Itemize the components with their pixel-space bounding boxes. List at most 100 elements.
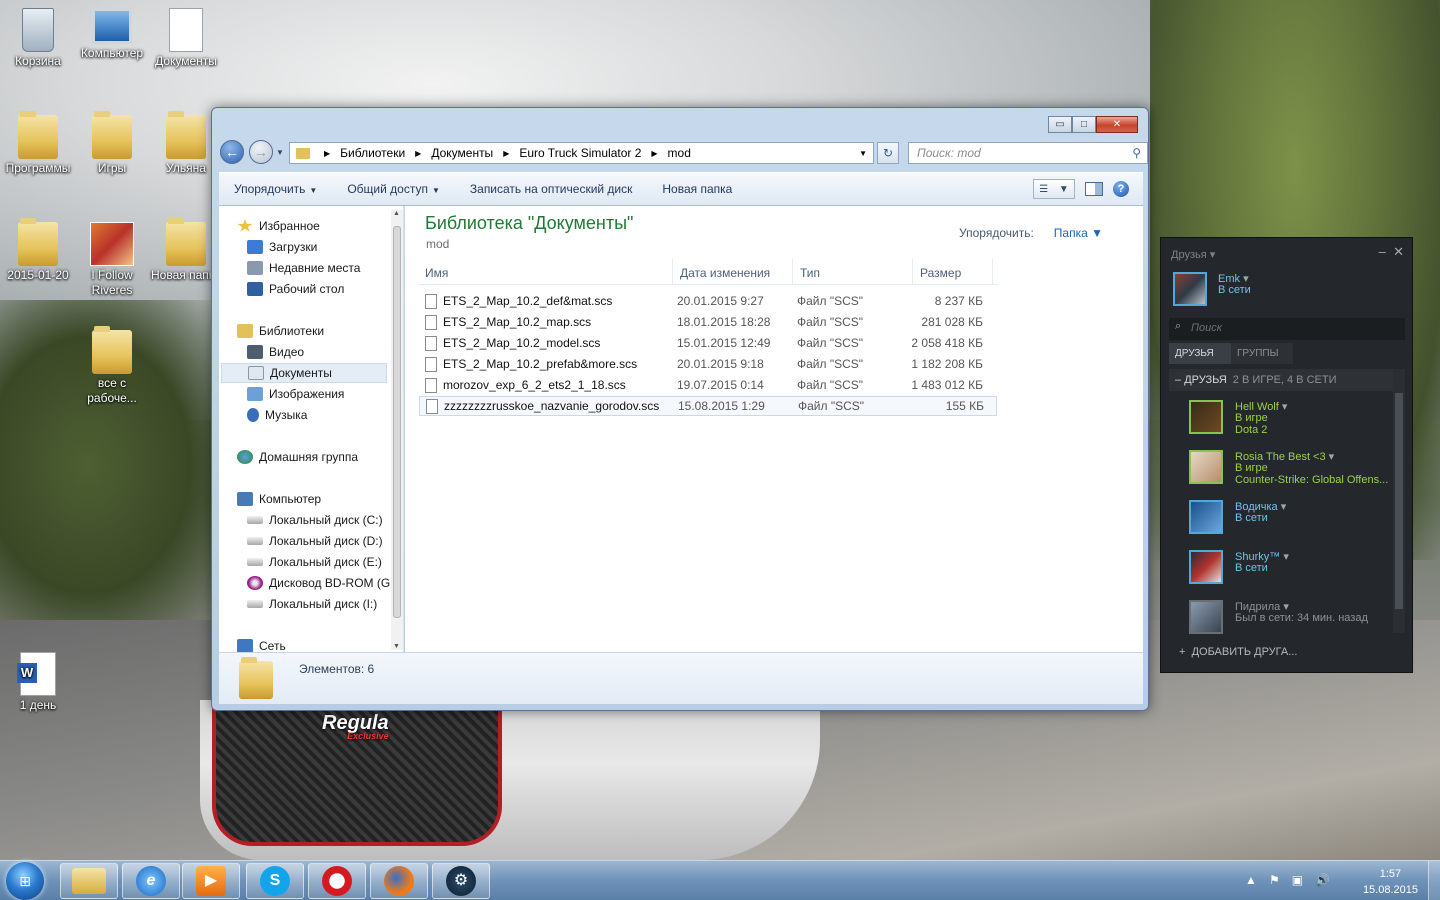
friends-search-input[interactable]: Поиск [1169,318,1405,340]
chevron-right-icon[interactable]: ▶ [503,149,509,158]
desktop-icon-recycle-bin[interactable]: Корзина [0,8,76,69]
taskbar-explorer[interactable] [60,863,118,899]
add-friend-button[interactable]: + ДОБАВИТЬ ДРУГА... [1179,646,1297,658]
organize-button[interactable]: Упорядочить ▼ [219,182,332,196]
nav-homegroup[interactable]: Домашняя группа [237,447,403,467]
column-header-size[interactable]: Размер [913,259,993,284]
share-button[interactable]: Общий доступ ▼ [332,182,455,196]
breadcrumb-mod[interactable]: mod [668,146,691,160]
chevron-down-icon[interactable]: ▾ [1281,501,1287,513]
refresh-button[interactable]: ↻ [877,142,899,164]
desktop-icon-documents[interactable]: Документы [148,8,224,69]
desktop-icon-word-doc[interactable]: W 1 день [0,652,76,713]
help-button[interactable]: ? [1113,181,1129,197]
file-row[interactable]: morozov_exp_6_2_ets2_1_18.scs 19.07.2015 … [419,375,997,395]
avatar[interactable] [1173,272,1207,306]
nav-network[interactable]: Сеть [237,636,403,652]
tab-friends[interactable]: ДРУЗЬЯ [1169,343,1231,364]
address-bar[interactable]: ▶ Библиотеки ▶ Документы ▶ Euro Truck Si… [289,142,874,164]
friend-item[interactable]: Пидрила ▾ Был в сети: 34 мин. назад [1181,600,1396,642]
file-row[interactable]: ETS_2_Map_10.2_map.scs 18.01.2015 18:28 Фа… [419,312,997,332]
file-row[interactable]: ETS_2_Map_10.2_prefab&more.scs 20.01.2015… [419,354,997,374]
chevron-right-icon[interactable]: ▶ [324,149,330,158]
clock[interactable]: 1:57 15.08.2015 [1363,866,1418,898]
chevron-right-icon[interactable]: ▶ [415,149,421,158]
desktop-icon-programs[interactable]: Программы [0,111,76,176]
desktop-icon-2015-01-20[interactable]: 2015-01-20 [0,218,76,283]
nav-images[interactable]: Изображения [247,384,403,404]
chevron-down-icon[interactable]: ▼ [859,149,867,158]
back-button[interactable]: ← [220,140,244,164]
scroll-down-icon[interactable]: ▼ [393,643,400,650]
breadcrumb-libraries[interactable]: Библиотеки [340,146,405,160]
taskbar-internet-explorer[interactable]: e [122,863,180,899]
column-header-date[interactable]: Дата изменения [673,259,793,284]
taskbar-firefox[interactable] [370,863,428,899]
taskbar-opera[interactable]: O [308,863,366,899]
friend-item[interactable]: Hell Wolf ▾ В игре Dota 2 [1181,400,1396,442]
desktop-icon-i-follow-riveres[interactable]: I Follow Riveres [74,222,150,298]
explorer-window[interactable]: ▭ □ ✕ ← → ▼ ▶ Библиотеки ▶ Документы ▶ E… [211,107,1149,711]
nav-music[interactable]: Музыка [247,405,403,425]
chevron-down-icon[interactable]: ▾ [1329,451,1335,463]
search-icon[interactable]: ⚲ [1132,146,1141,160]
taskbar-skype[interactable]: S [246,863,304,899]
friends-header[interactable]: Друзья ▾ [1171,248,1215,261]
desktop-icon-all-desktop[interactable]: все с рабоче... [74,326,150,406]
steam-friends-window[interactable]: Друзья ▾ – ✕ Emk ▾ В сети Поиск ДРУЗЬЯ Г… [1160,237,1413,673]
minimize-button[interactable]: – [1379,244,1386,259]
desktop-icon-computer[interactable]: Компьютер [74,8,150,61]
nav-recent[interactable]: Недавние места [247,258,403,278]
recent-pages-dropdown[interactable]: ▼ [276,148,284,157]
nav-documents[interactable]: Документы [221,363,387,383]
nav-disk-d[interactable]: Локальный диск (D:) [247,531,403,551]
nav-disk-e[interactable]: Локальный диск (E:) [247,552,403,572]
maximize-button[interactable]: □ [1072,116,1096,133]
nav-libraries[interactable]: Библиотеки [237,321,403,341]
taskbar-steam[interactable]: ⚙ [432,863,490,899]
taskbar-media-player[interactable]: ▶ [182,863,240,899]
view-mode-button[interactable]: ☰ ▼ [1033,179,1075,199]
scroll-up-icon[interactable]: ▲ [393,210,400,217]
friend-item[interactable]: Rosia The Best <3 ▾ В игре Counter-Strik… [1181,450,1396,492]
scrollbar-thumb[interactable] [393,226,401,618]
tab-groups[interactable]: ГРУППЫ [1231,343,1293,364]
scrollbar-thumb[interactable] [1395,393,1403,609]
navigation-scrollbar[interactable]: ▲ ▼ [391,210,403,650]
friend-item[interactable]: Shurky™ ▾ В сети [1181,550,1396,592]
nav-disk-c[interactable]: Локальный диск (C:) [247,510,403,530]
chevron-down-icon[interactable]: ▾ [1282,401,1288,413]
chevron-down-icon[interactable]: ▾ [1283,551,1289,563]
start-button[interactable]: ⊞ [6,862,44,900]
column-header-name[interactable]: Имя [418,259,673,284]
breadcrumb-documents[interactable]: Документы [431,146,493,160]
column-header-type[interactable]: Тип [793,259,913,284]
new-folder-button[interactable]: Новая папка [647,182,747,196]
friend-item[interactable]: Водичка ▾ В сети [1181,500,1396,542]
nav-video[interactable]: Видео [247,342,403,362]
nav-computer[interactable]: Компьютер [237,489,403,509]
friends-group-header[interactable]: – ДРУЗЬЯ 2 В ИГРЕ, 4 В СЕТИ [1169,369,1393,391]
network-icon[interactable]: ▣ [1292,873,1303,887]
file-row[interactable]: ETS_2_Map_10.2_def&mat.scs 20.01.2015 9:2… [419,291,997,311]
file-row-selected[interactable]: zzzzzzzzrusskoe_nazvanie_gorodov.scs 15.0… [419,396,997,416]
volume-icon[interactable]: 🔊 [1315,873,1330,887]
preview-pane-button[interactable] [1085,182,1103,196]
show-hidden-icons-button[interactable]: ▲ [1245,873,1257,887]
search-input[interactable]: Поиск: mod ⚲ [908,142,1148,164]
nav-desktop[interactable]: Рабочий стол [247,279,403,299]
close-button[interactable]: ✕ [1096,116,1138,133]
forward-button[interactable]: → [249,140,273,164]
arrange-dropdown[interactable]: Папка ▼ [1044,226,1103,240]
action-center-icon[interactable]: ⚑ [1269,873,1280,887]
file-row[interactable]: ETS_2_Map_10.2_model.scs 15.01.2015 12:49… [419,333,997,353]
burn-button[interactable]: Записать на оптический диск [455,182,648,196]
chevron-right-icon[interactable]: ▶ [651,149,657,158]
nav-downloads[interactable]: Загрузки [247,237,403,257]
show-desktop-button[interactable] [1428,861,1440,900]
nav-favorites[interactable]: Избранное [237,216,403,236]
minimize-button[interactable]: ▭ [1048,116,1072,133]
nav-disk-i[interactable]: Локальный диск (I:) [247,594,403,614]
desktop-icon-games[interactable]: Игры [74,111,150,176]
close-button[interactable]: ✕ [1393,244,1404,259]
